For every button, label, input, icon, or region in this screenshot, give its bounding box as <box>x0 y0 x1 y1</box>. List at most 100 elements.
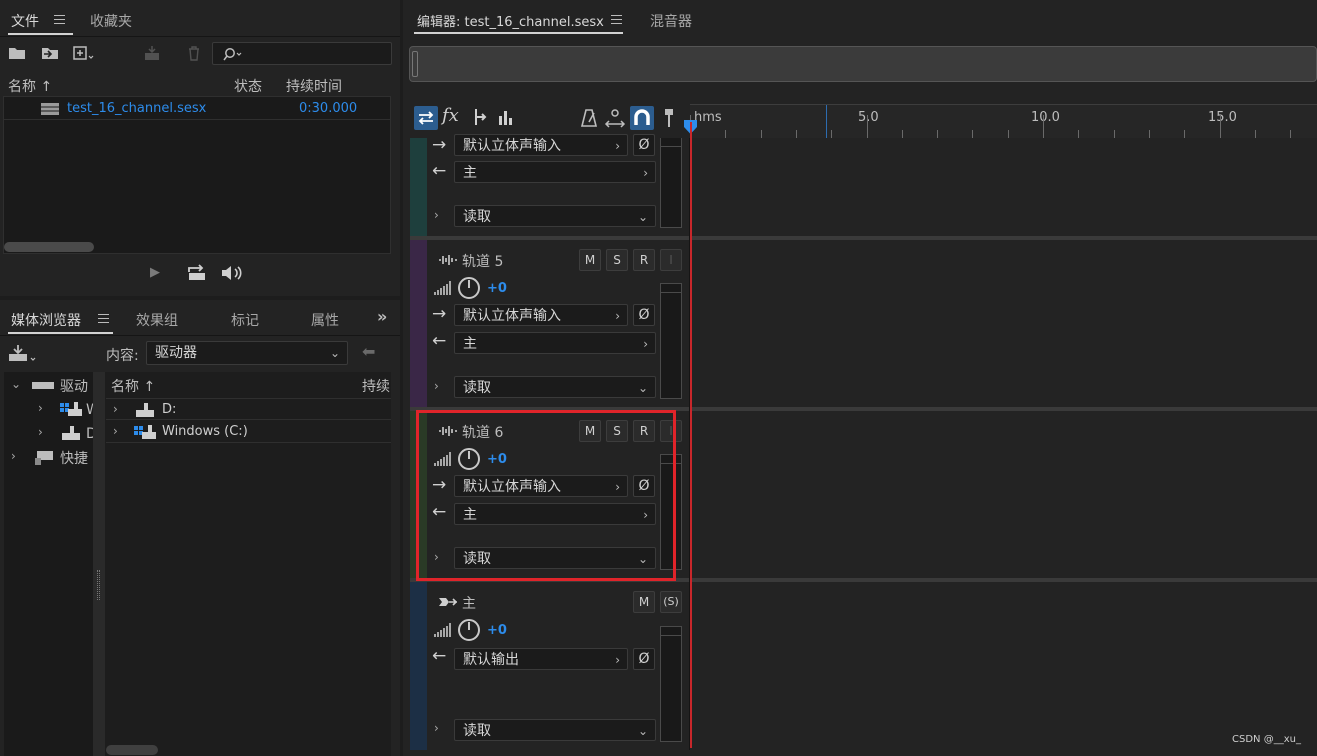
solo-button[interactable]: S <box>606 249 628 271</box>
tree-splitter[interactable] <box>93 372 105 756</box>
volume-bars-icon <box>434 281 452 295</box>
mute-button[interactable]: M <box>633 591 655 613</box>
expand-icon[interactable]: › <box>113 424 118 438</box>
volume-value[interactable]: +0 <box>487 281 507 296</box>
volume-knob[interactable] <box>458 619 480 641</box>
tab-properties[interactable]: 属性 <box>311 310 339 330</box>
volume-value[interactable]: +0 <box>487 623 507 638</box>
automation-mode-dropdown[interactable]: 读取 ⌄ <box>454 719 656 741</box>
content-location-dropdown[interactable]: 驱动器 ⌄ <box>146 341 348 365</box>
track-name[interactable]: 轨道 5 <box>462 251 503 271</box>
media-col-name[interactable]: 名称 ↑ <box>111 376 155 396</box>
files-col-duration[interactable]: 持续时间 <box>286 76 342 96</box>
track-output-dropdown[interactable]: 主 › <box>454 161 656 183</box>
new-file-dropdown-icon[interactable] <box>72 45 96 64</box>
tab-favorites[interactable]: 收藏夹 <box>90 11 132 31</box>
tab-markers[interactable]: 标记 <box>231 310 259 330</box>
back-arrow-icon: ⬅ <box>362 342 376 361</box>
session-overview-bar[interactable] <box>409 46 1317 82</box>
ruler-tick <box>831 130 832 138</box>
phase-invert-button[interactable]: Ø <box>633 304 655 326</box>
table-row[interactable]: › D: <box>106 398 391 420</box>
ruler-tick <box>761 130 762 138</box>
chevron-down-icon: ⌄ <box>637 381 648 395</box>
track-partial: → 默认立体声输入 › Ø ← 主 › › 读取 ⌄ <box>410 134 1316 236</box>
automation-mode-dropdown[interactable]: 读取 ⌄ <box>454 376 656 398</box>
scroll-sync-icon[interactable] <box>604 108 626 131</box>
master-bus-icon <box>439 598 458 606</box>
tree-collapse-icon[interactable]: ⌄ <box>11 377 21 391</box>
tree-expand-icon[interactable]: › <box>38 425 43 439</box>
media-col-duration[interactable]: 持续 <box>362 376 390 396</box>
files-col-name[interactable]: 名称 ↑ <box>8 76 52 96</box>
tree-item-drives[interactable]: 驱动 <box>60 376 88 396</box>
output-arrow-icon: ← <box>432 161 447 181</box>
tree-item-shortcuts[interactable]: 快捷 <box>60 448 88 468</box>
solo-safe-button[interactable]: (S) <box>660 591 682 613</box>
overview-left-handle[interactable] <box>412 51 418 77</box>
timeline-ruler[interactable]: hms 5.0 10.0 15.0 <box>690 104 1317 138</box>
expand-automation-icon[interactable]: › <box>434 721 439 735</box>
tab-effects-rack[interactable]: 效果组 <box>136 310 178 330</box>
expand-icon[interactable]: › <box>113 402 118 416</box>
tab-files[interactable]: 文件 <box>11 11 39 31</box>
ruler-tick <box>1043 115 1044 138</box>
track-input-dropdown[interactable]: 默认立体声输入 › <box>454 304 628 326</box>
record-arm-button[interactable]: R <box>633 249 655 271</box>
editor-panel-menu-icon[interactable] <box>611 15 622 24</box>
more-tabs-icon[interactable]: » <box>377 309 387 325</box>
multitrack-session-icon <box>41 103 59 115</box>
ruler-tick <box>1078 130 1079 138</box>
tab-editor[interactable]: 编辑器: test_16_channel.sesx <box>417 11 604 30</box>
search-icon <box>223 48 242 61</box>
ruler-label: 10.0 <box>1031 110 1060 125</box>
media-panel-menu-icon[interactable] <box>98 314 109 323</box>
track-name[interactable]: 主 <box>462 593 476 613</box>
expand-automation-icon[interactable]: › <box>434 208 439 222</box>
track-input-value: 默认立体声输入 <box>463 308 561 324</box>
snapping-toggle[interactable] <box>630 106 654 130</box>
tab-mixer[interactable]: 混音器 <box>650 11 692 31</box>
content-label: 内容: <box>106 348 139 364</box>
track-input-dropdown[interactable]: 默认立体声输入 › <box>454 134 628 156</box>
files-col-status[interactable]: 状态 <box>234 76 262 96</box>
track-output-dropdown[interactable]: 默认输出 › <box>454 648 628 670</box>
autoplay-speaker-icon[interactable] <box>220 264 248 285</box>
chevron-right-icon: › <box>615 309 620 323</box>
files-horizontal-scrollbar[interactable] <box>4 242 94 252</box>
table-row[interactable]: › Windows (C:) <box>106 421 391 443</box>
files-search-field[interactable] <box>212 42 392 65</box>
highlight-box <box>416 410 676 581</box>
track-output-dropdown[interactable]: 主 › <box>454 332 656 354</box>
phase-invert-button[interactable]: Ø <box>633 648 655 670</box>
eq-bars-icon[interactable] <box>496 107 516 130</box>
track-color-strip <box>410 138 427 236</box>
expand-automation-icon[interactable]: › <box>434 379 439 393</box>
open-folder-icon[interactable] <box>8 45 28 64</box>
files-panel-menu-icon[interactable] <box>54 15 65 24</box>
tree-expand-icon[interactable]: › <box>38 401 43 415</box>
phase-invert-button[interactable]: Ø <box>633 134 655 156</box>
table-row[interactable]: test_16_channel.sesx 0:30.000 <box>4 98 390 120</box>
import-media-icon[interactable] <box>8 344 38 367</box>
automation-mode-dropdown[interactable]: 读取 ⌄ <box>454 205 656 227</box>
disk-drive-icon <box>136 403 154 417</box>
media-horizontal-scrollbar[interactable] <box>106 745 158 755</box>
volume-knob[interactable] <box>458 277 480 299</box>
sends-icon[interactable] <box>470 107 490 130</box>
monitor-input-button[interactable]: I <box>660 249 682 271</box>
input-arrow-icon: → <box>432 304 447 324</box>
import-file-icon[interactable] <box>40 45 62 64</box>
play-icon[interactable]: ▶ <box>150 266 160 279</box>
inputs-outputs-toggle[interactable] <box>414 106 438 130</box>
metronome-icon[interactable] <box>579 108 599 131</box>
tree-expand-icon[interactable]: › <box>11 449 16 463</box>
tab-media-browser[interactable]: 媒体浏览器 <box>11 310 81 330</box>
track-master: 主 M (S) +0 ← 默认输出 › Ø › 读取 ⌄ <box>410 582 1316 750</box>
effects-fx-icon[interactable]: fx <box>442 107 459 125</box>
drive-name: Windows (C:) <box>162 424 248 439</box>
loop-playback-icon[interactable] <box>186 264 208 285</box>
marker-pin-icon[interactable] <box>662 108 676 131</box>
mute-button[interactable]: M <box>579 249 601 271</box>
chevron-down-icon: ⌄ <box>637 724 648 738</box>
